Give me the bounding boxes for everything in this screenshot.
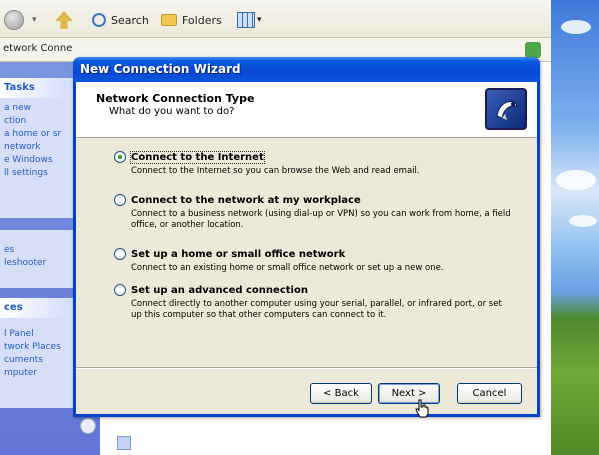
radio-button[interactable]	[114, 151, 126, 163]
cloud	[561, 20, 591, 34]
option-label: Set up a home or small office network	[131, 248, 346, 260]
folder-icon	[161, 14, 177, 26]
up-folder-button[interactable]	[55, 9, 73, 31]
cloud	[569, 215, 597, 227]
folders-label: Folders	[182, 13, 222, 27]
next-button[interactable]: Next >	[378, 383, 440, 404]
explorer-toolbar: ▾ Search Folders ▾	[0, 0, 551, 38]
desktop-wallpaper	[551, 0, 599, 455]
new-connection-wizard-dialog: New Connection Wizard Network Connection…	[73, 57, 540, 418]
header-title: Network Connection Type	[96, 92, 255, 105]
header-subtitle: What do you want to do?	[109, 106, 235, 117]
dialog-title: New Connection Wizard	[80, 62, 241, 76]
radio-button[interactable]	[114, 194, 126, 206]
back-button-wizard[interactable]: < Back	[310, 383, 372, 404]
back-button-label: < Back	[323, 388, 359, 399]
cancel-button[interactable]: Cancel	[457, 383, 522, 404]
option-advanced-connection[interactable]: Set up an advanced connection Connect di…	[114, 284, 534, 321]
option-description: Connect to an existing home or small off…	[131, 263, 444, 273]
radio-button[interactable]	[114, 248, 126, 260]
address-text: etwork Conne	[3, 43, 73, 54]
option-home-office-network[interactable]: Set up a home or small office network Co…	[114, 248, 534, 274]
next-button-label: Next >	[391, 388, 427, 399]
radio-button[interactable]	[114, 284, 126, 296]
forward-button[interactable]: ▾	[32, 9, 37, 31]
views-button[interactable]: ▾	[237, 9, 262, 31]
option-connect-internet[interactable]: Connect to the Internet Connect to the I…	[114, 150, 534, 177]
option-connect-workplace[interactable]: Connect to the network at my workplace C…	[114, 194, 534, 231]
chevron-down-icon: ▾	[32, 15, 37, 25]
connection-options: Connect to the Internet Connect to the I…	[76, 139, 537, 359]
wizard-header: Network Connection Type What do you want…	[76, 82, 537, 138]
option-description: Connect directly to another computer usi…	[131, 299, 502, 320]
hand-cursor-icon	[415, 399, 429, 418]
scroll-down-icon[interactable]	[117, 436, 131, 450]
dialog-titlebar[interactable]: New Connection Wizard	[73, 57, 540, 82]
folders-button[interactable]: Folders	[161, 9, 222, 31]
option-label: Set up an advanced connection	[131, 284, 308, 296]
collapse-icon[interactable]	[80, 418, 96, 434]
option-description: Connect to a business network (using dia…	[131, 209, 511, 230]
up-folder-icon	[55, 11, 73, 29]
network-wizard-icon	[485, 88, 527, 130]
cloud	[556, 170, 596, 190]
footer-divider	[76, 367, 537, 369]
option-label: Connect to the Internet	[130, 150, 265, 164]
search-label: Search	[111, 13, 149, 27]
back-button[interactable]	[4, 9, 24, 31]
option-label: Connect to the network at my workplace	[131, 194, 361, 206]
search-icon	[92, 13, 106, 27]
views-icon	[237, 12, 255, 28]
cancel-button-label: Cancel	[472, 388, 507, 399]
search-button[interactable]: Search	[92, 9, 149, 31]
back-icon	[4, 10, 24, 30]
go-icon[interactable]	[525, 42, 541, 58]
option-description: Connect to the Internet so you can brows…	[131, 166, 420, 176]
chevron-down-icon: ▾	[257, 15, 262, 25]
